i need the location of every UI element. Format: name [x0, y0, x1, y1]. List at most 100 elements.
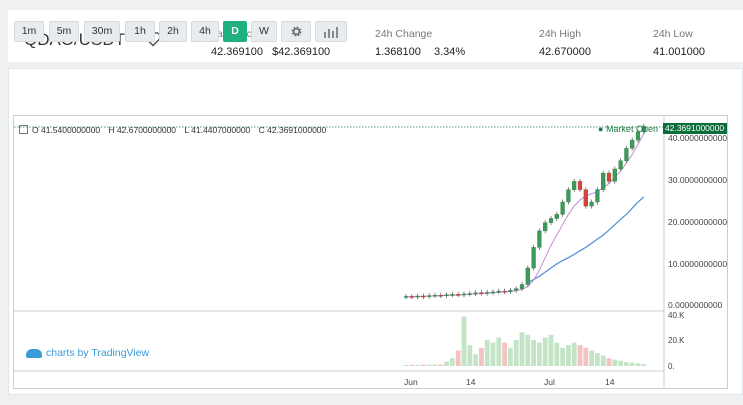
volume-bar [496, 337, 502, 366]
high-stat: 24h High 42.670000 [539, 28, 591, 58]
candle [467, 293, 472, 295]
volume-bar [595, 353, 600, 366]
bar-chart-icon [324, 27, 338, 38]
volume-bar [513, 340, 519, 366]
candle [531, 247, 536, 269]
candle [403, 296, 409, 298]
volume-bar [548, 334, 554, 366]
candle [490, 291, 496, 294]
ohlc-low: L 41.4407000000 [184, 125, 251, 135]
ohlc-open: O 41.5400000000 [32, 125, 101, 135]
volume-bar [612, 359, 618, 366]
time-tick: 14 [605, 377, 615, 387]
market-open-status: ● Market Open [598, 124, 658, 134]
candle [618, 160, 623, 170]
high-label: 24h High [539, 28, 582, 40]
interval-2h[interactable]: 2h [159, 21, 187, 42]
volume-bar [450, 358, 455, 366]
volume-bar [426, 364, 432, 366]
volume-bar [444, 361, 449, 366]
volume-bar [606, 358, 612, 366]
candle [461, 293, 467, 296]
volume-bar [421, 364, 426, 366]
volume-bar [635, 363, 641, 366]
volume-bar [409, 364, 415, 366]
volume-bar [508, 347, 513, 366]
high-value: 42.670000 [539, 46, 591, 58]
volume-bar [566, 345, 571, 366]
volume-bar [432, 364, 438, 366]
candle [450, 294, 455, 296]
change-value: 1.368100 [375, 46, 421, 58]
candle [630, 139, 635, 149]
price-tick: 10.0000000000 [668, 259, 728, 269]
candle [560, 201, 565, 215]
indicators-button[interactable] [315, 21, 347, 42]
candle [415, 295, 420, 298]
interval-4h[interactable]: 4h [191, 21, 219, 42]
moving-average-long [527, 196, 645, 283]
volume-bar [403, 364, 409, 366]
candle [554, 214, 559, 219]
gear-icon [291, 26, 301, 37]
candle [583, 189, 588, 207]
ohlc-close: C 42.3691000000 [258, 125, 327, 135]
time-tick: 14 [466, 377, 476, 387]
volume-bar [519, 332, 525, 366]
interval-d[interactable]: D [223, 21, 247, 42]
price-tick: 0.0000000000 [668, 300, 723, 310]
candle [479, 292, 484, 294]
candle [566, 189, 571, 203]
settings-button[interactable] [281, 21, 311, 42]
interval-30m[interactable]: 30m [84, 21, 120, 42]
volume-bar [624, 362, 629, 366]
volume-tick: 0. [668, 362, 675, 371]
volume-bar [490, 342, 496, 366]
volume-bar [531, 340, 536, 366]
candle [496, 290, 501, 293]
candle [572, 181, 577, 190]
ohlc-legend: O 41.5400000000 H 42.6700000000 L 41.440… [32, 125, 332, 135]
legend-toggle-icon[interactable] [19, 125, 28, 134]
candle [508, 290, 513, 292]
candle [456, 294, 461, 296]
ohlc-high: H 42.6700000000 [108, 125, 177, 135]
volume-bar [479, 347, 484, 366]
price-tick: 40.0000000000 [668, 133, 728, 143]
volume-bar [455, 350, 461, 366]
market-open-label: Market Open [605, 124, 658, 134]
candle [525, 267, 530, 285]
volume-bar [438, 364, 444, 366]
price-tick: 30.0000000000 [668, 175, 728, 185]
interval-5m[interactable]: 5m [49, 21, 79, 42]
candle [432, 295, 438, 297]
interval-1h[interactable]: 1h [125, 21, 155, 42]
volume-bar [542, 337, 548, 366]
candle [502, 290, 507, 293]
volume-bar [415, 365, 420, 366]
volume-bar [484, 340, 490, 366]
candle [543, 222, 548, 232]
candle [444, 294, 449, 297]
volume-bar [554, 342, 560, 366]
candle [601, 172, 606, 190]
volume-bar [560, 347, 565, 366]
volume-bar [629, 362, 635, 366]
time-tick: Jul [544, 377, 555, 387]
candle [473, 292, 478, 294]
tradingview-branding[interactable]: charts by TradingView [26, 347, 149, 359]
volume-bar [502, 342, 507, 366]
candle [589, 201, 594, 207]
volume-bar [473, 354, 478, 366]
branding-label: charts by TradingView [46, 347, 150, 359]
volume-bar [618, 360, 623, 366]
candle [624, 148, 629, 161]
candle [514, 288, 519, 291]
interval-w[interactable]: W [251, 21, 277, 42]
candle [519, 284, 525, 289]
interval-1m[interactable]: 1m [14, 21, 44, 42]
change-stat: 24h Change 1.368100 3.34% [375, 28, 465, 58]
volume-tick: 20.K [668, 336, 685, 345]
volume-bar [571, 342, 577, 366]
cloud-icon [26, 348, 42, 358]
